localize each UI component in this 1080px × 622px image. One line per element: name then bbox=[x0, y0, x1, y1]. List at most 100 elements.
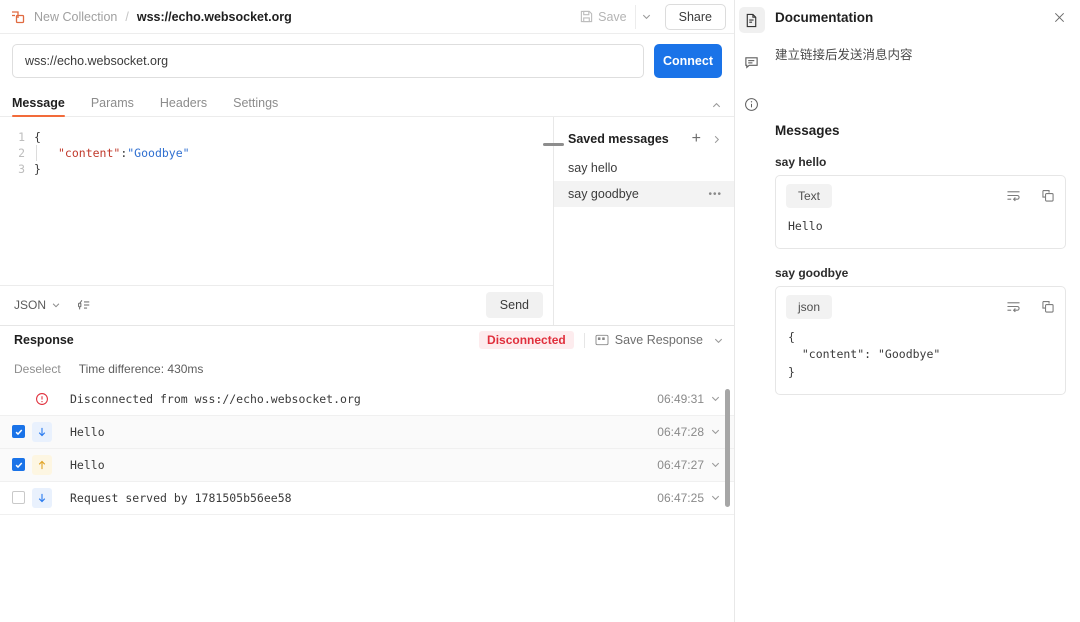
tab-headers[interactable]: Headers bbox=[160, 96, 207, 117]
breadcrumb-separator: / bbox=[125, 9, 129, 24]
response-scrollbar[interactable] bbox=[725, 388, 730, 507]
doc-message-say-hello: say hello Text Hello bbox=[775, 155, 1066, 249]
share-button[interactable]: Share bbox=[664, 3, 726, 30]
line-number-gutter: 1 2 3 bbox=[0, 129, 34, 285]
json-value: "Goodbye" bbox=[127, 146, 190, 160]
doc-message-name: say goodbye bbox=[775, 265, 849, 280]
save-response-label: Save Response bbox=[614, 333, 703, 347]
request-pane: New Collection / wss://echo.websocket.or… bbox=[0, 0, 735, 622]
wrap-text-icon[interactable] bbox=[1006, 189, 1021, 202]
chevron-down-icon[interactable] bbox=[704, 426, 726, 437]
chevron-down-icon[interactable] bbox=[704, 492, 726, 503]
arrow-up-icon bbox=[32, 454, 52, 475]
floppy-disk-icon bbox=[580, 10, 593, 23]
copy-icon[interactable] bbox=[1041, 300, 1055, 314]
message-editor-wrap: 1 2 3 { "content":"Goodbye" } JSON Send bbox=[0, 117, 553, 325]
messages-section-title: Messages bbox=[775, 122, 840, 138]
saved-messages-panel: Saved messages + say hello say goodbye •… bbox=[554, 117, 734, 325]
doc-message-content: { "content": "Goodbye" } bbox=[788, 329, 941, 380]
documentation-description: 建立链接后发送消息内容 bbox=[775, 48, 913, 62]
doc-message-type-badge: json bbox=[786, 294, 833, 319]
url-input[interactable] bbox=[12, 44, 644, 78]
content-type-select[interactable]: JSON bbox=[14, 298, 61, 312]
save-response-caret[interactable] bbox=[713, 335, 724, 346]
line-number: 1 bbox=[18, 130, 25, 144]
row-message: Disconnected from wss://echo.websocket.o… bbox=[70, 391, 361, 406]
row-message: Hello bbox=[70, 457, 105, 472]
doc-message-card-actions bbox=[1006, 300, 1055, 314]
documentation-pane: Documentation 建立链接后发送消息内容 Messages say h… bbox=[735, 0, 1080, 622]
info-icon[interactable] bbox=[739, 91, 765, 117]
row-timestamp: 06:47:25 bbox=[657, 490, 704, 505]
saved-messages-title: Saved messages bbox=[568, 132, 669, 146]
more-horizontal-icon[interactable]: ••• bbox=[708, 189, 722, 200]
response-subbar: Deselect Time difference: 430ms bbox=[0, 355, 734, 383]
response-log-list: Disconnected from wss://echo.websocket.o… bbox=[0, 383, 734, 622]
saved-message-label: say hello bbox=[568, 161, 618, 175]
row-message: Request served by 1781505b56ee58 bbox=[70, 490, 292, 505]
tab-params[interactable]: Params bbox=[91, 96, 134, 117]
vertical-splitter[interactable] bbox=[543, 117, 564, 325]
message-editor[interactable]: 1 2 3 { "content":"Goodbye" } bbox=[0, 117, 553, 285]
deselect-button[interactable]: Deselect bbox=[14, 362, 61, 376]
chevron-down-icon bbox=[52, 303, 60, 308]
breadcrumb-parent[interactable]: New Collection bbox=[34, 10, 117, 24]
divider bbox=[583, 332, 585, 348]
url-bar: Connect bbox=[0, 34, 734, 89]
saved-message-label: say goodbye bbox=[568, 187, 639, 201]
doc-message-name: say hello bbox=[775, 154, 827, 169]
wrap-text-icon[interactable] bbox=[1006, 300, 1021, 313]
arrow-down-icon bbox=[32, 421, 52, 442]
connect-button[interactable]: Connect bbox=[654, 44, 722, 78]
documentation-body: Documentation 建立链接后发送消息内容 Messages say h… bbox=[768, 0, 1080, 622]
row-timestamp: 06:49:31 bbox=[657, 391, 704, 406]
save-options-caret[interactable] bbox=[634, 4, 657, 29]
tab-settings[interactable]: Settings bbox=[233, 96, 278, 117]
time-difference-label: Time difference: 430ms bbox=[78, 361, 204, 376]
table-row[interactable]: Request served by 1781505b56ee58 06:47:2… bbox=[0, 482, 734, 515]
save-button[interactable]: Save bbox=[572, 6, 635, 28]
doc-message-card-header: json bbox=[786, 294, 1055, 319]
chevron-right-icon[interactable] bbox=[711, 134, 722, 145]
editor-toolbar: JSON Send bbox=[0, 284, 553, 325]
copy-icon[interactable] bbox=[1041, 189, 1055, 203]
save-response-button[interactable]: Save Response bbox=[595, 333, 703, 347]
document-icon[interactable] bbox=[738, 7, 765, 33]
page-title: Documentation bbox=[775, 9, 874, 25]
doc-message-card: json {"content": "Goodbye"} bbox=[775, 285, 1066, 395]
saved-message-item-say-goodbye[interactable]: say goodbye ••• bbox=[554, 181, 734, 207]
breadcrumb-current: wss://echo.websocket.org bbox=[136, 9, 292, 24]
chevron-up-icon[interactable] bbox=[711, 100, 722, 116]
table-row[interactable]: Hello 06:47:27 bbox=[0, 448, 734, 482]
plus-icon[interactable]: + bbox=[692, 131, 701, 147]
indent-guide bbox=[36, 145, 37, 161]
doc-message-card-header: Text bbox=[786, 183, 1055, 208]
alert-circle-icon bbox=[32, 389, 52, 409]
request-tabs: Message Params Headers Settings bbox=[0, 89, 734, 117]
close-icon[interactable] bbox=[1053, 11, 1066, 24]
topbar-actions: Save Share bbox=[572, 3, 726, 30]
doc-message-type-badge: Text bbox=[786, 183, 833, 208]
row-checkbox[interactable] bbox=[12, 458, 25, 471]
beautify-icon[interactable] bbox=[77, 298, 91, 312]
breadcrumb-bar: New Collection / wss://echo.websocket.or… bbox=[0, 0, 734, 34]
row-checkbox[interactable] bbox=[12, 491, 25, 504]
line-number: 3 bbox=[18, 162, 25, 176]
row-message: Hello bbox=[70, 424, 105, 439]
tab-message[interactable]: Message bbox=[12, 96, 65, 117]
app-root: New Collection / wss://echo.websocket.or… bbox=[0, 0, 1080, 622]
chevron-down-icon[interactable] bbox=[704, 459, 726, 470]
splitter-handle[interactable] bbox=[543, 143, 564, 146]
row-checkbox[interactable] bbox=[12, 425, 25, 438]
send-button[interactable]: Send bbox=[485, 292, 543, 318]
chevron-down-icon[interactable] bbox=[704, 393, 726, 404]
save-label: Save bbox=[598, 9, 627, 24]
doc-message-card-actions bbox=[1006, 189, 1055, 203]
code-line: { bbox=[34, 130, 41, 144]
code-line: "content":"Goodbye" bbox=[34, 145, 553, 161]
saved-message-item-say-hello[interactable]: say hello bbox=[554, 155, 734, 181]
table-row[interactable]: Hello 06:47:28 bbox=[0, 415, 734, 449]
code-content[interactable]: { "content":"Goodbye" } bbox=[34, 129, 553, 285]
comment-icon[interactable] bbox=[739, 49, 765, 75]
table-row[interactable]: Disconnected from wss://echo.websocket.o… bbox=[0, 383, 734, 416]
